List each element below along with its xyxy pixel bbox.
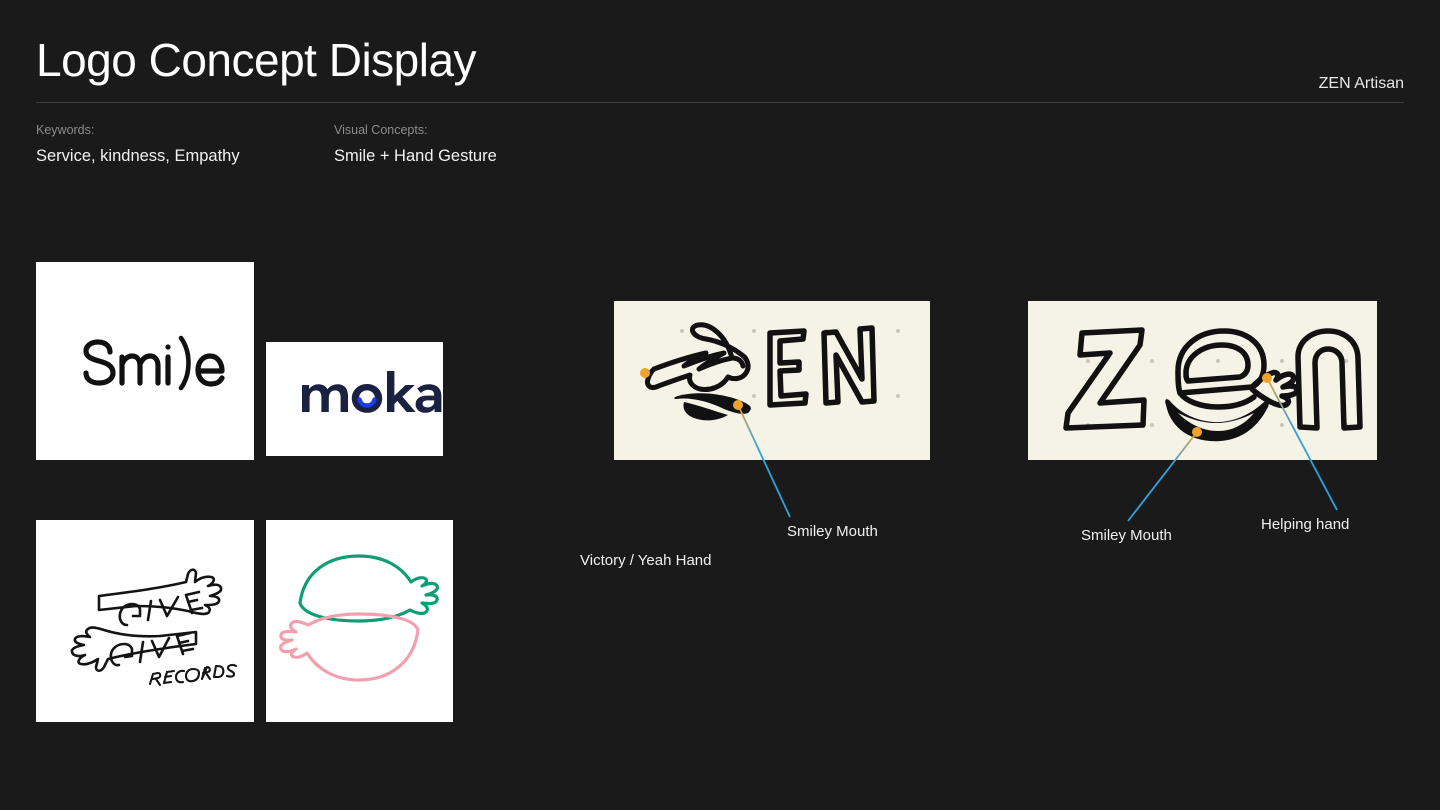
moka-logo-artwork: [302, 371, 442, 413]
give-give-records-logo-artwork: [70, 568, 238, 687]
two-hands-circle-logo-artwork: [279, 554, 439, 682]
moka-logo-card[interactable]: [266, 342, 443, 456]
give-give-records-logo-card[interactable]: [36, 520, 254, 722]
zen-sketch-panel-one[interactable]: [614, 301, 930, 460]
zen-sketch-panel-two[interactable]: [1028, 301, 1377, 460]
zen-sketch-one-artwork: [614, 301, 930, 460]
smile-logo-card[interactable]: [36, 262, 254, 460]
smile-logo-artwork: [83, 335, 225, 391]
reference-logo-grid: [0, 0, 520, 810]
annotation-smiley-mouth-2: Smiley Mouth: [1081, 527, 1172, 544]
annotation-victory-hand: Victory / Yeah Hand: [580, 552, 712, 569]
brand-label: ZEN Artisan: [1318, 75, 1404, 92]
two-hands-circle-logo-card[interactable]: [266, 520, 453, 722]
zen-sketch-two-artwork: [1028, 301, 1377, 460]
annotation-helping-hand: Helping hand: [1261, 516, 1350, 533]
annotation-smiley-mouth-1: Smiley Mouth: [787, 523, 878, 540]
